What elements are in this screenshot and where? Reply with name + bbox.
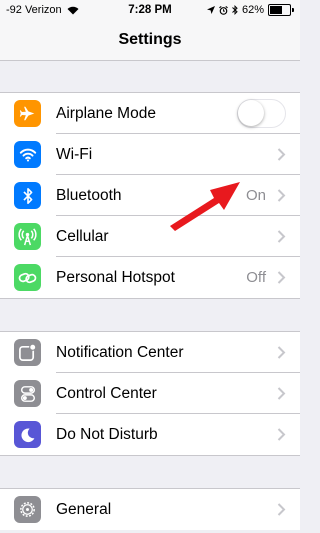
- gear-icon: [14, 496, 41, 523]
- moon-icon: [14, 421, 41, 448]
- annotation-arrow: [170, 182, 240, 231]
- settings-group-notifications: Notification Center Control Center Do No…: [0, 331, 300, 456]
- control-center-row[interactable]: Control Center: [0, 373, 300, 414]
- personal-hotspot-label: Personal Hotspot: [56, 269, 175, 286]
- chevron-right-icon: [277, 428, 286, 441]
- airplane-mode-toggle[interactable]: [237, 99, 286, 128]
- chevron-right-icon: [277, 271, 286, 284]
- location-icon: [206, 6, 215, 14]
- airplane-mode-label: Airplane Mode: [56, 105, 156, 122]
- control-center-label: Control Center: [56, 385, 157, 402]
- antenna-icon: [14, 223, 41, 250]
- toggle-knob: [238, 100, 264, 126]
- bluetooth-detail: On: [245, 187, 266, 204]
- notification-center-icon: [14, 339, 41, 366]
- alarm-icon: [219, 5, 228, 15]
- chevron-right-icon: [277, 230, 286, 243]
- wifi-row[interactable]: Wi-Fi: [0, 134, 300, 175]
- settings-group-connectivity: Airplane Mode Wi-Fi Bluetooth On Cellula…: [0, 92, 300, 299]
- airplane-mode-row[interactable]: Airplane Mode: [0, 93, 300, 134]
- chevron-right-icon: [277, 346, 286, 359]
- settings-group-general: General: [0, 488, 300, 530]
- wifi-icon: [14, 141, 41, 168]
- control-center-icon: [14, 380, 41, 407]
- navigation-bar: Settings: [0, 20, 300, 61]
- personal-hotspot-row[interactable]: Personal Hotspot Off: [0, 257, 300, 298]
- bluetooth-icon: [14, 182, 41, 209]
- status-bar: -92 Verizon 7:28 PM 62%: [0, 0, 300, 20]
- cellular-row[interactable]: Cellular: [0, 216, 300, 257]
- hotspot-icon: [14, 264, 41, 291]
- notification-center-label: Notification Center: [56, 344, 184, 361]
- wifi-label: Wi-Fi: [56, 146, 93, 163]
- battery-percent: 62%: [241, 4, 264, 16]
- bluetooth-row[interactable]: Bluetooth On: [0, 175, 300, 216]
- airplane-icon: [14, 100, 41, 127]
- cellular-label: Cellular: [56, 228, 109, 245]
- status-right: 62%: [206, 4, 294, 16]
- page-title: Settings: [118, 31, 182, 48]
- chevron-right-icon: [277, 189, 286, 202]
- do-not-disturb-row[interactable]: Do Not Disturb: [0, 414, 300, 455]
- chevron-right-icon: [277, 387, 286, 400]
- notification-center-row[interactable]: Notification Center: [0, 332, 300, 373]
- chevron-right-icon: [277, 148, 286, 161]
- battery-icon: [268, 4, 294, 16]
- bluetooth-label: Bluetooth: [56, 187, 122, 204]
- bluetooth-icon: [232, 5, 238, 15]
- do-not-disturb-label: Do Not Disturb: [56, 426, 158, 443]
- general-label: General: [56, 501, 112, 518]
- chevron-right-icon: [277, 503, 286, 516]
- personal-hotspot-detail: Off: [246, 269, 266, 286]
- battery-fill: [270, 6, 282, 14]
- general-row[interactable]: General: [0, 489, 300, 530]
